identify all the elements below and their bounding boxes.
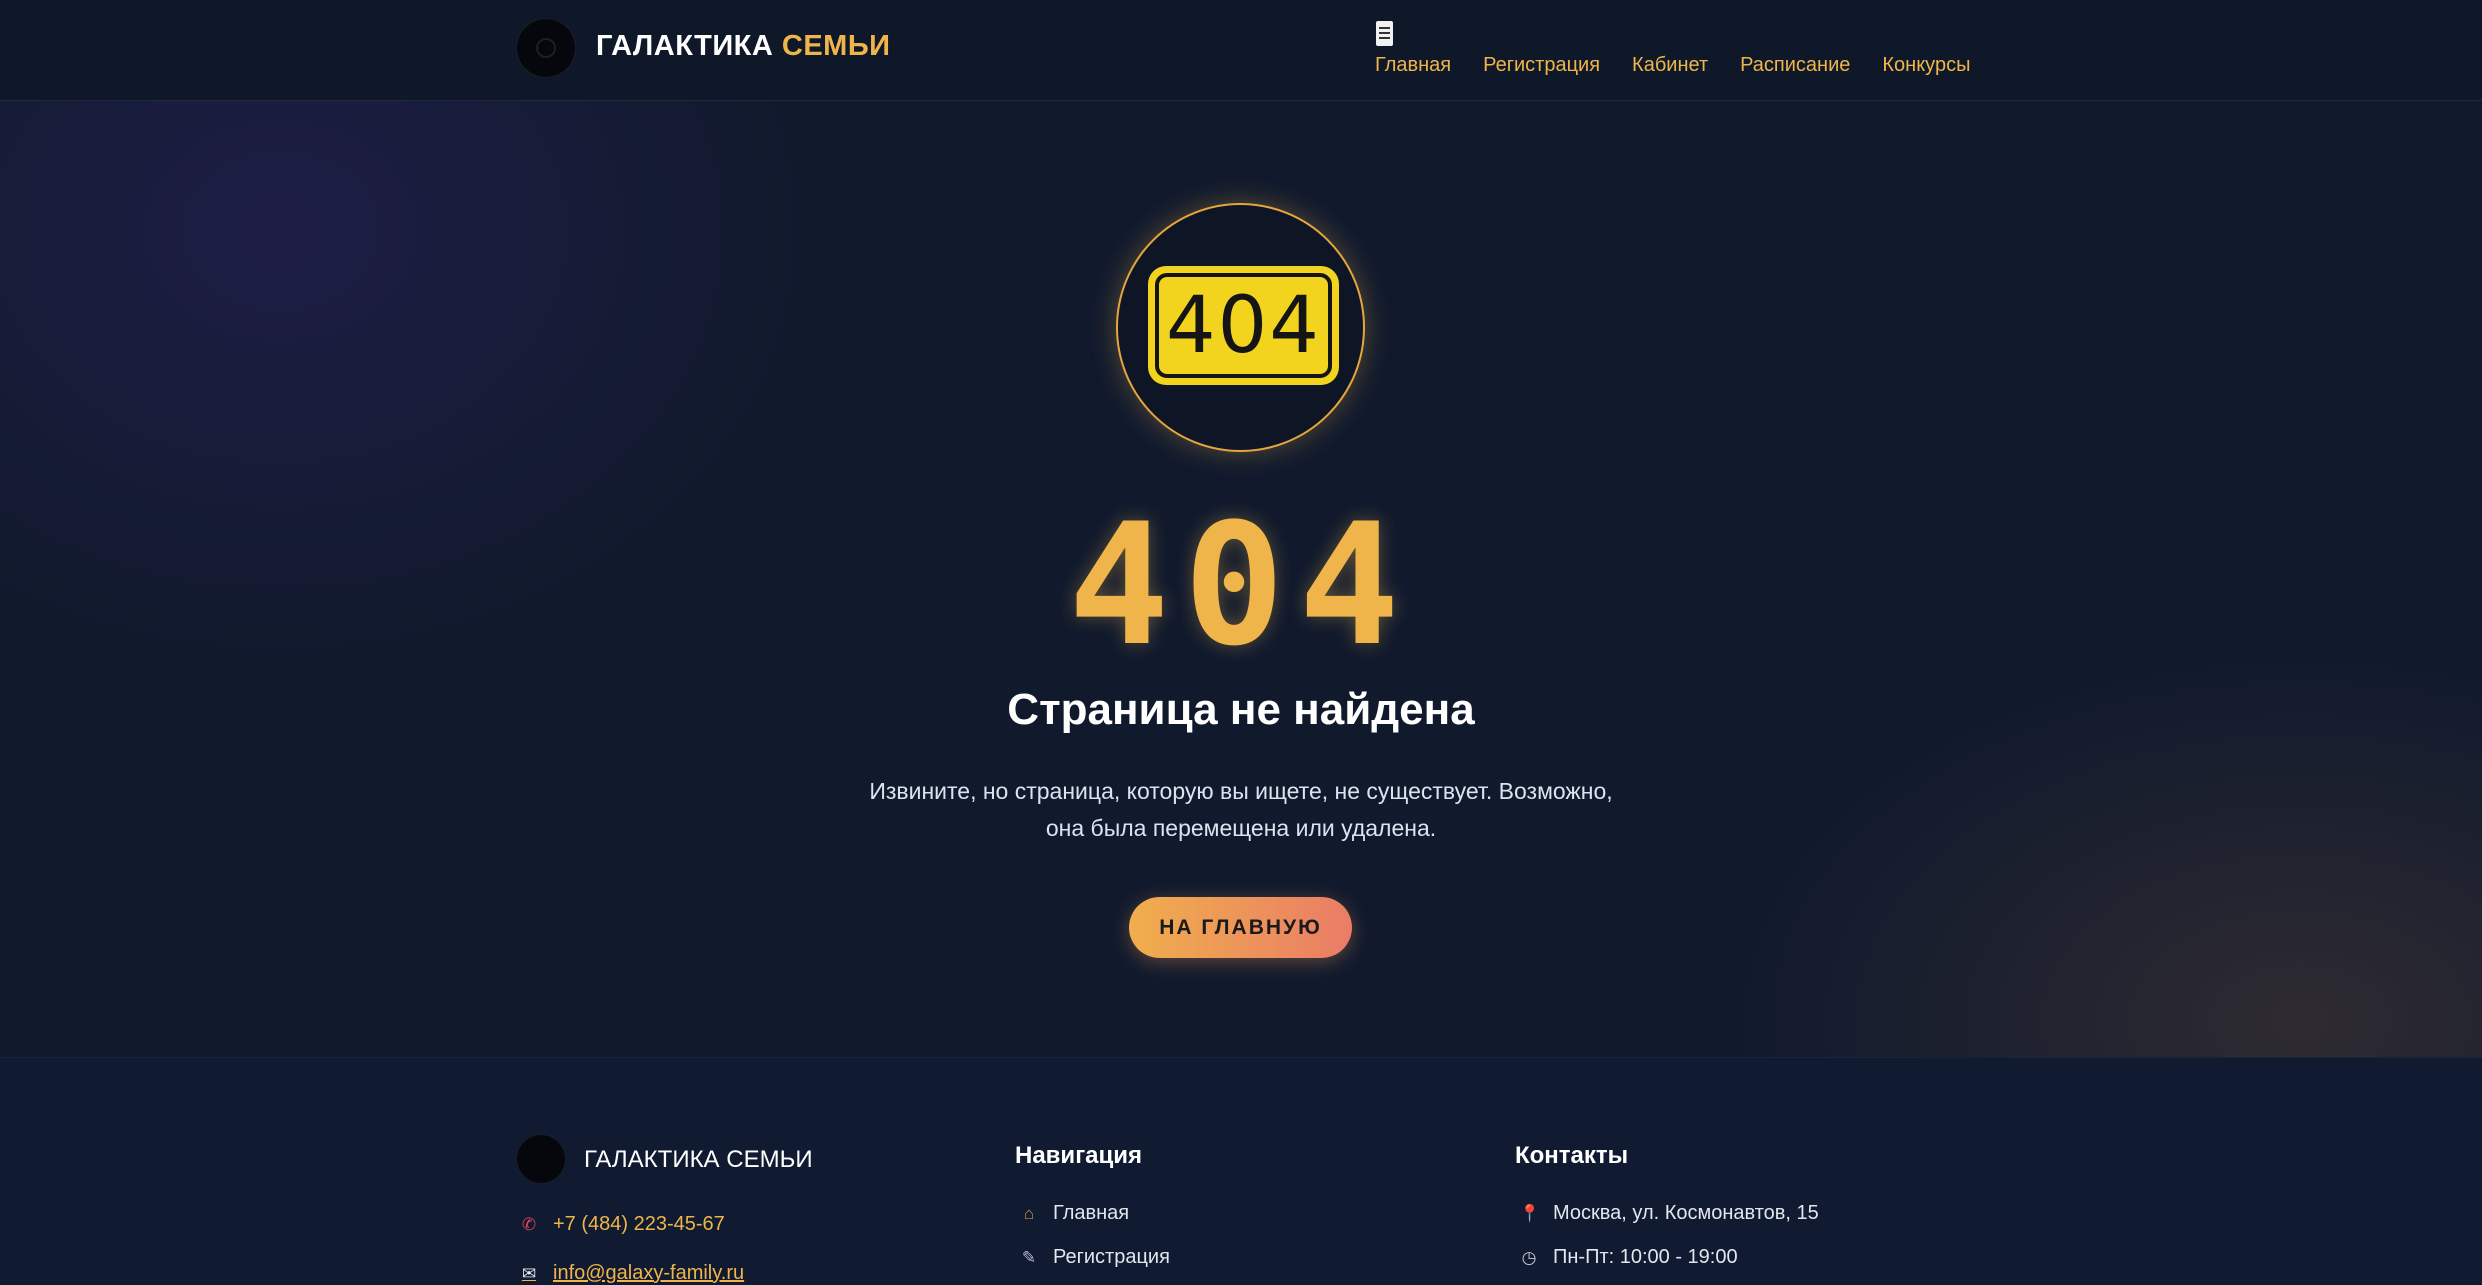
- footer-phone[interactable]: ✆ +7 (484) 223-45-67: [519, 1213, 725, 1236]
- footer-hours: ◷ Пн-Пт: 10:00 - 19:00: [1519, 1246, 1738, 1269]
- footer-nav-label: Регистрация: [1053, 1246, 1170, 1268]
- footer-hours-text: Пн-Пт: 10:00 - 19:00: [1553, 1246, 1738, 1268]
- footer-nav-link-home[interactable]: ⌂ Главная: [1019, 1202, 1129, 1225]
- menu-icon[interactable]: [1376, 21, 1393, 46]
- sign-404-icon: 404: [1148, 266, 1339, 385]
- pin-icon: 📍: [1519, 1203, 1541, 1223]
- site-footer: ГАЛАКТИКА СЕМЬИ ✆ +7 (484) 223-45-67 ✉ i…: [0, 1058, 2482, 1285]
- footer-email-text: info@galaxy-family.ru: [553, 1262, 745, 1284]
- main-nav: Главная Регистрация Кабинет Расписание К…: [1375, 54, 1970, 77]
- badge-code: 404: [1155, 273, 1332, 378]
- brand-main: ГАЛАКТИКА: [596, 30, 774, 62]
- error-hero: 404 404 Страница не найдена Извините, но…: [0, 101, 2482, 1058]
- house-icon: ⌂: [1023, 1203, 1035, 1223]
- footer-nav-label: Главная: [1053, 1202, 1130, 1224]
- error-description-line-1: Извините, но страница, которую вы ищете,…: [869, 778, 1613, 804]
- footer-nav-link-registration[interactable]: ✎ Регистрация: [1019, 1246, 1170, 1269]
- site-header: ГАЛАКТИКА СЕМЬИ Главная Регистрация Каби…: [0, 0, 2482, 101]
- footer-brand: ГАЛАКТИКА СЕМЬИ: [584, 1146, 813, 1173]
- error-title: Страница не найдена: [1007, 685, 1475, 734]
- go-home-button[interactable]: НА ГЛАВНУЮ: [1129, 897, 1352, 958]
- nav-link-schedule[interactable]: Расписание: [1740, 54, 1850, 77]
- memo-icon: ✎: [1021, 1247, 1037, 1267]
- error-description: Извините, но страница, которую вы ищете,…: [841, 773, 1641, 847]
- brand-accent: СЕМЬИ: [781, 30, 891, 62]
- error-badge: 404: [1116, 203, 1365, 452]
- nav-link-contests[interactable]: Конкурсы: [1882, 54, 1970, 77]
- site-brand[interactable]: ГАЛАКТИКА СЕМЬИ: [596, 30, 891, 63]
- footer-address: 📍 Москва, ул. Космонавтов, 15: [1519, 1202, 1819, 1225]
- footer-nav-heading: Навигация: [1015, 1142, 1143, 1169]
- nav-link-registration[interactable]: Регистрация: [1483, 54, 1600, 77]
- footer-phone-text: +7 (484) 223-45-67: [553, 1213, 725, 1235]
- nav-link-home[interactable]: Главная: [1375, 54, 1451, 77]
- footer-contacts-heading: Контакты: [1515, 1142, 1629, 1169]
- error-description-line-2: она была перемещена или удалена.: [1045, 815, 1437, 841]
- clock-icon: ◷: [1521, 1247, 1537, 1267]
- footer-email[interactable]: ✉ info@galaxy-family.ru: [519, 1262, 744, 1285]
- footer-address-text: Москва, ул. Космонавтов, 15: [1553, 1202, 1819, 1224]
- logo-icon[interactable]: [517, 19, 575, 77]
- error-code: 404: [1068, 487, 1414, 683]
- footer-logo-icon[interactable]: [517, 1135, 565, 1183]
- envelope-icon: ✉: [521, 1263, 537, 1283]
- phone-icon: ✆: [521, 1214, 537, 1234]
- nav-link-cabinet[interactable]: Кабинет: [1632, 54, 1708, 77]
